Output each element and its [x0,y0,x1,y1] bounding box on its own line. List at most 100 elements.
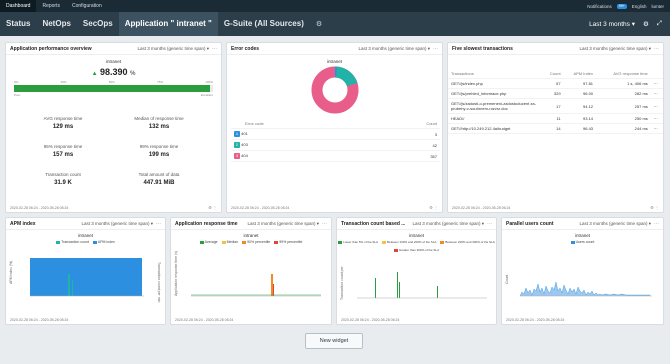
table-row[interactable]: GET//js/zadosti-o-premeneni-zadostuducen… [448,98,663,114]
widget-response-time: Application response time Last 3 months … [170,217,332,325]
more-icon[interactable]: ⋯ [651,46,659,52]
metric-value: 31.9 K [54,180,72,186]
tab-dashboard[interactable]: Dashboard [0,0,37,12]
more-icon[interactable]: ⋯ [430,46,438,52]
widget-tools-icon[interactable]: ⚙ ⋮ [429,205,438,210]
transaction-count: 57 [541,78,564,89]
table-row[interactable]: 3 404 357 [231,150,440,162]
more-icon[interactable]: ⋯ [650,78,663,89]
row-badge: 2 [234,142,240,148]
widget-error-codes: Error codes Last 3 months (generic time … [226,42,443,213]
more-icon[interactable]: ⋯ [650,98,663,114]
transaction-avg: 282 ms [596,88,651,99]
tick: 75% [157,80,164,84]
legend-item[interactable]: Average [199,240,218,244]
transaction-apm: 97.81 [563,78,597,89]
language-selector[interactable]: English [632,4,647,9]
transaction-avg: 1 s, 406 ms [596,78,651,89]
donut-slice-403[interactable] [334,66,358,87]
metric-95: 95% response time 157 ms [18,144,108,158]
more-icon[interactable]: ⋯ [319,221,327,227]
time-span-selector[interactable]: Last 3 months (generic time span) ▾ [355,46,430,52]
new-widget-button[interactable]: New widget [305,333,363,349]
table-row[interactable]: 2 403 42 [231,139,440,151]
tab-status[interactable]: Status [0,12,36,36]
widget-tools-icon[interactable]: ⚙ ⋮ [208,205,217,210]
legend-label: Transaction count [61,240,89,244]
legend-item[interactable]: Greater than 300% of the SLA [393,248,440,252]
metric-label: Total amount of data [138,172,180,177]
settings-icon[interactable]: ⚙ [643,20,649,28]
more-icon[interactable]: ⋯ [651,221,659,227]
legend-item[interactable]: Median [221,240,238,244]
tab-gsuite[interactable]: G-Suite (All Sources) [218,12,310,36]
tab-application-intranet[interactable]: Application " intranet " [118,12,218,36]
apdex-unit: % [130,71,136,77]
time-span-selector[interactable]: Last 3 months (generic time span) ▾ [244,221,319,227]
legend-item[interactable]: APM index [92,240,115,244]
legend-item[interactable]: Transaction count [56,240,89,244]
notifications-badge[interactable]: 99+ [616,3,627,9]
more-icon[interactable]: ⋯ [484,221,492,227]
transaction-apm: 94.12 [563,98,597,114]
more-icon[interactable]: ⋯ [650,88,663,99]
table-row[interactable]: GET//js/index.php 57 97.81 1 s, 406 ms ⋯ [448,78,663,89]
gauge-track [14,85,213,92]
tx-bar [397,272,398,298]
tab-reports[interactable]: Reports [36,0,66,12]
metric-value: 129 ms [52,124,74,130]
more-icon[interactable]: ⋯ [209,46,217,52]
table-row[interactable]: HEAD//11 93.14 250 ms ⋯ [448,113,663,124]
legend-label: Between 100% and 200% of the SLA [387,240,437,244]
gear-icon[interactable]: ⚙ [310,20,328,28]
chart-legend: Lower than 5% of the SLA Between 100% an… [337,240,496,252]
legend-item[interactable]: Users count [570,240,594,244]
more-icon[interactable]: ⋯ [650,113,663,124]
legend-label: Greater than 300% of the SLA [398,248,440,252]
tab-secops[interactable]: SecOps [77,12,119,36]
more-icon[interactable]: ⋯ [153,221,161,227]
top-menu-bar: Dashboard Reports Configuration Notifica… [0,0,670,12]
legend-item[interactable]: Between 200% and 300% of the SLA [440,240,495,244]
transaction-avg: 250 ms [596,113,651,124]
legend-item[interactable]: Lower than 5% of the SLA [338,240,378,244]
user-menu[interactable]: lumter [651,4,664,9]
widget-tools-icon[interactable]: ⚙ ⋮ [650,205,659,210]
y-axis-label: APM index (%) [9,261,13,284]
time-span-selector[interactable]: Last 3 months (generic time span) ▾ [134,46,209,52]
metric-label: 95% response time [43,144,83,149]
metric-value: 199 ms [148,152,170,158]
widget-footer-time: 2020-02-28 06:24 - 2020-05-28 06:24 [506,318,565,322]
table-row[interactable]: 1 401 3 [231,128,440,140]
tab-netops[interactable]: NetOps [36,12,76,36]
y2-axis-label: Transaction count per min [157,262,161,302]
notifications-label[interactable]: Notifications [587,4,612,9]
transaction-name: GET//js/prehled_informace.php [448,88,542,99]
fullscreen-icon[interactable]: ⤢ [657,20,662,28]
parallel-users-chart: Count [505,275,652,297]
time-span-selector[interactable]: Last 3 months (generic time span) ▾ [409,221,484,227]
error-count: 357 [373,150,440,162]
tx-bar [437,286,438,298]
tab-configuration[interactable]: Configuration [66,0,108,12]
time-span-selector[interactable]: Last 3 months (generic time span) ▾ [576,221,651,227]
table-row[interactable]: GET//http://10.249.212.4a/budget 14 96.43 2… [448,123,663,134]
tick: 0% [14,80,19,84]
more-icon[interactable]: ⋯ [650,123,663,134]
time-span-selector[interactable]: Last 3 months (generic time span) ▾ [78,221,153,227]
slowest-table: Transactions Count APM Index AVG respons… [448,69,663,134]
tick: 50% [108,80,115,84]
legend-item[interactable]: 99% percentile [274,240,302,244]
error-code: 403 [241,142,248,147]
app-name: intranet [243,233,259,238]
legend-item[interactable]: Between 100% and 200% of the SLA [382,240,436,244]
table-row[interactable]: GET//js/prehled_informace.php 329 96.00 282… [448,88,663,99]
time-span-label: Last 3 months (generic time span) [137,45,206,51]
error-count: 42 [373,139,440,151]
legend-item[interactable]: 90% percentile [242,240,270,244]
time-range-selector[interactable]: Last 3 months ▾ [589,20,635,28]
spike-bar [273,284,274,296]
metric-avg: AVG response time 129 ms [18,116,108,130]
time-span-selector[interactable]: Last 3 months (generic time span) ▾ [576,46,651,52]
apdex-score: ▲ 98.390 % [6,67,221,77]
